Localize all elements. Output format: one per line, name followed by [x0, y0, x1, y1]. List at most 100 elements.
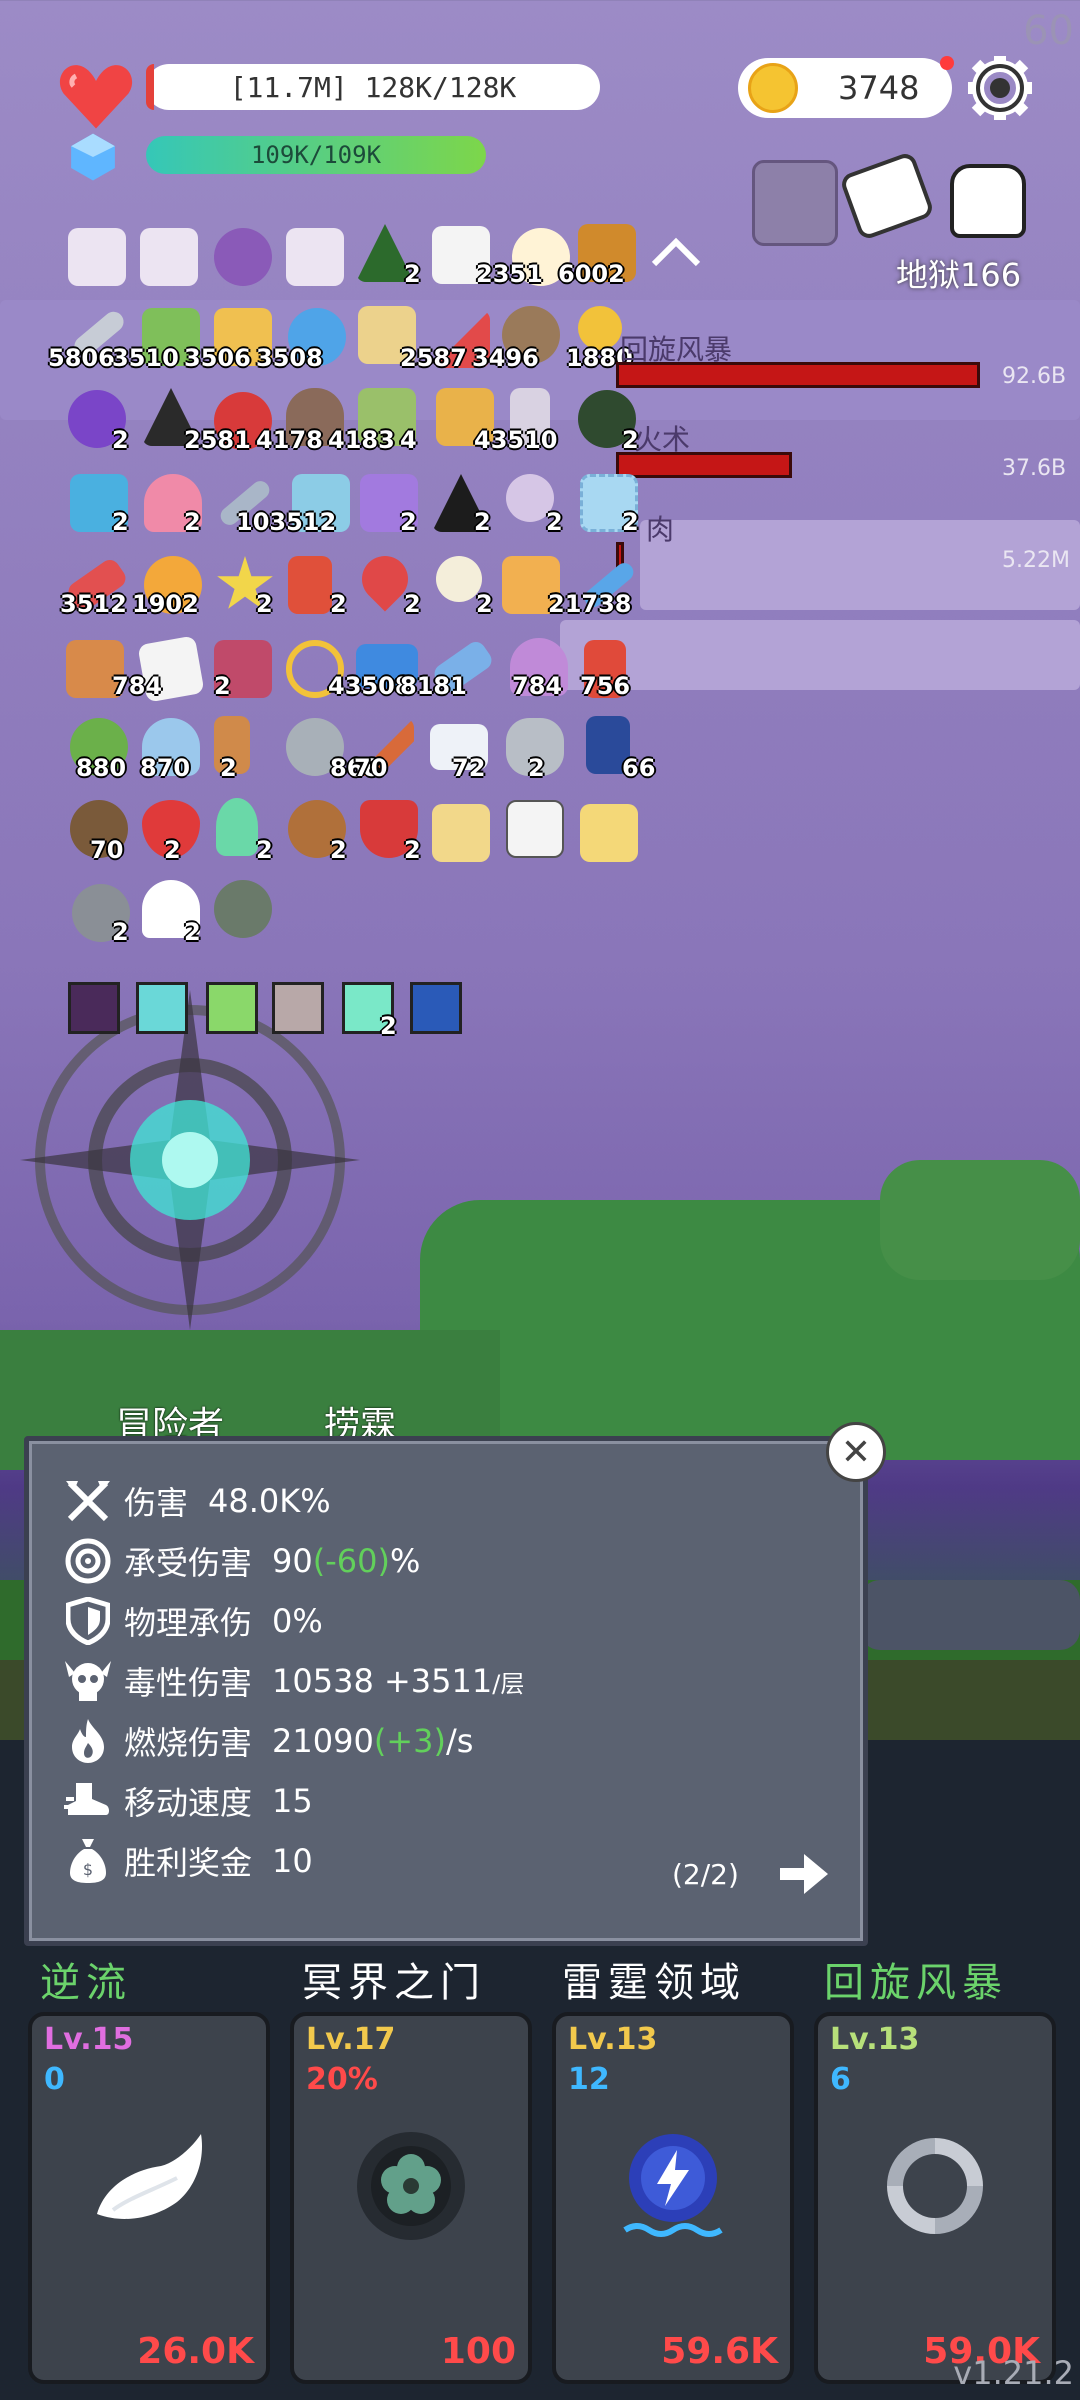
- item-count: 5806: [48, 344, 115, 372]
- item-count: 2: [404, 590, 421, 618]
- stat-unit: %: [389, 1542, 421, 1580]
- dice-icon[interactable]: [506, 800, 564, 858]
- svg-text:$: $: [83, 1860, 93, 1879]
- item-count: 3508: [256, 344, 323, 372]
- scroll-item-icon[interactable]: [140, 228, 198, 286]
- item-count: 4: [400, 426, 417, 454]
- item-count: 103512: [236, 508, 337, 536]
- item-count: 3510: [112, 344, 179, 372]
- item-count: 756: [580, 672, 631, 700]
- zombie-icon[interactable]: [214, 880, 272, 938]
- stat-unit: /层: [492, 1669, 525, 1698]
- stat-modifier: (+3): [373, 1722, 446, 1760]
- stat-label: 物理承伤: [124, 1604, 253, 1642]
- close-button[interactable]: ✕: [826, 1422, 886, 1482]
- next-page-arrow-icon[interactable]: [778, 1852, 830, 1896]
- item-count: 70: [354, 754, 388, 782]
- demon-skill-icon[interactable]: [68, 982, 120, 1034]
- skill-level: Lv.13: [830, 2022, 920, 2057]
- stat-row: $ 胜利奖金 10: [62, 1836, 313, 1886]
- item-count: 2: [622, 426, 639, 454]
- skill-stat: 12: [568, 2062, 610, 2097]
- vortex-skill-icon[interactable]: [410, 982, 462, 1034]
- stat-row: 伤害 48.0K%: [62, 1476, 331, 1526]
- stat-row: 毒性伤害 10538 +3511/层: [62, 1656, 524, 1706]
- item-count: 2: [184, 508, 201, 536]
- heat-waves-icon[interactable]: [288, 556, 332, 614]
- page-indicator: (2/2): [672, 1858, 739, 1891]
- mana-crystal-icon: [71, 133, 115, 181]
- shield-icon: [62, 1596, 114, 1646]
- skill-level: Lv.15: [44, 2022, 134, 2057]
- notification-dot: [940, 56, 954, 70]
- item-count: 2: [330, 836, 347, 864]
- leaf-skill-icon[interactable]: [206, 982, 258, 1034]
- demon-boss-icon[interactable]: [752, 160, 838, 246]
- collapse-chevron-icon[interactable]: [648, 234, 704, 270]
- light-burst-skill-icon[interactable]: [136, 982, 188, 1034]
- jade-figure-icon[interactable]: [216, 798, 258, 856]
- mana-text: 109K/109K: [250, 141, 382, 169]
- damage-value: 92.6B: [1002, 364, 1067, 389]
- stat-modifier: (-60): [312, 1542, 390, 1580]
- item-count: 2: [546, 508, 563, 536]
- item-count: 2: [400, 508, 417, 536]
- damage-bar: [616, 362, 980, 388]
- scroll-item-icon[interactable]: [68, 228, 126, 286]
- mana-bar: 109K/109K: [146, 136, 486, 174]
- item-count: 2: [548, 590, 565, 618]
- stat-value: 10538 +3511: [272, 1662, 493, 1700]
- damage-bar: [616, 452, 792, 478]
- boot-icon: [62, 1776, 114, 1826]
- treasure-map-icon[interactable]: [432, 804, 490, 862]
- item-count: 2: [404, 260, 421, 288]
- item-count: 2351: [476, 260, 543, 288]
- slash-skill-icon[interactable]: [272, 982, 324, 1034]
- coin-icon: [748, 63, 798, 113]
- item-count: 880: [76, 754, 127, 782]
- stat-value: 10: [272, 1842, 313, 1880]
- skull-icon: [62, 1656, 114, 1706]
- stat-label: 移动速度: [124, 1784, 253, 1822]
- settings-gear-icon[interactable]: [968, 56, 1032, 120]
- scroll-item-icon[interactable]: [286, 228, 344, 286]
- fps-counter: 60: [1023, 8, 1074, 54]
- cloud: [560, 620, 1080, 690]
- skill-level: Lv.17: [306, 2022, 396, 2057]
- stat-row: 承受伤害 90 (-60)%: [62, 1536, 420, 1586]
- rocks: [860, 1580, 1080, 1650]
- item-count: 43510: [474, 426, 558, 454]
- ghost-icon[interactable]: [950, 164, 1026, 238]
- portal-flower-icon: [357, 2132, 465, 2240]
- version-label: v1.21.2: [953, 2354, 1074, 2392]
- skill-name: 冥界之门: [302, 1960, 486, 2006]
- damage-value: 5.22M: [1002, 548, 1070, 573]
- stat-value: 15: [272, 1782, 313, 1820]
- folded-map-icon[interactable]: [580, 804, 638, 862]
- stat-label: 胜利奖金: [124, 1844, 253, 1882]
- damage-source-name: 肉: [646, 513, 675, 546]
- crossed-axes-icon: [62, 1476, 114, 1526]
- item-count: 784: [112, 672, 163, 700]
- item-count: 70: [90, 836, 124, 864]
- skill-name: 回旋风暴: [824, 1960, 1008, 2006]
- plasma-orb-icon[interactable]: [214, 228, 272, 286]
- skill-card[interactable]: Lv.17 20% 100: [290, 2012, 532, 2384]
- stat-row: 燃烧伤害 21090 (+3)/s: [62, 1716, 473, 1766]
- money-bag-icon: $: [62, 1836, 114, 1886]
- item-count: 3512: [60, 590, 127, 618]
- item-count: 870: [140, 754, 191, 782]
- item-count: 2: [112, 426, 129, 454]
- skill-card[interactable]: Lv.15 0 26.0K: [28, 2012, 270, 2384]
- skill-card[interactable]: Lv.13 6 59.0K: [814, 2012, 1056, 2384]
- stat-label: 伤害: [124, 1484, 189, 1522]
- stat-label: 燃烧伤害: [124, 1724, 253, 1762]
- upgrade-cost: 26.0K: [137, 2331, 254, 2372]
- gold-counter[interactable]: 3748: [738, 58, 952, 118]
- item-count: 1902: [132, 590, 199, 618]
- cleaver-icon[interactable]: [838, 150, 936, 242]
- stat-row: 移动速度 15: [62, 1776, 313, 1826]
- skill-name: 逆流: [40, 1960, 132, 2006]
- item-count: 3496: [472, 344, 539, 372]
- skill-card[interactable]: Lv.13 12 59.6K: [552, 2012, 794, 2384]
